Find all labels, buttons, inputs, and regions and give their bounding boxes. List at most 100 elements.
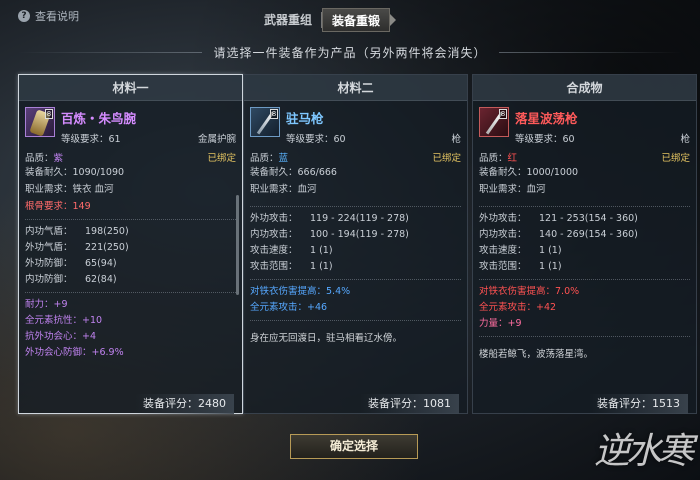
stat-row: 外功气盾： 221(250)	[19, 240, 242, 256]
item-type: 枪	[451, 134, 461, 145]
stat-row: 内功防御： 62(84)	[19, 272, 242, 288]
item-header: 8 驻马枪 等级要求：60 枪	[244, 101, 467, 147]
stat-row: 外功攻击： 121 - 253(154 - 360)	[473, 211, 696, 227]
item-name: 驻马枪	[286, 111, 324, 126]
stat-row: 外功防御： 65(94)	[19, 256, 242, 272]
stat-key: 内功攻击：	[250, 229, 298, 240]
quality-value: 蓝	[278, 153, 289, 164]
stat-key: 攻击速度：	[479, 245, 527, 256]
divider	[479, 279, 690, 280]
job-requirement: 职业需求：铁衣 血河	[25, 184, 114, 195]
stat-key: 外功防御：	[25, 258, 73, 269]
item-badge: 8	[270, 109, 278, 119]
stat-key: 外功气盾：	[25, 242, 73, 253]
divider	[250, 206, 461, 207]
durability: 装备耐久：1000/1000	[479, 167, 579, 178]
divider	[250, 320, 461, 321]
question-icon: ?	[18, 10, 30, 22]
quality-row: 品质：红 已绑定	[473, 147, 696, 164]
stat-value: 140 - 269(154 - 360)	[539, 229, 638, 240]
stat-key: 内功攻击：	[479, 229, 527, 240]
bonus-stat: 全元素抗性：+10	[25, 315, 103, 326]
bonus-stat: 力量：+9	[479, 318, 522, 329]
spear-icon[interactable]: 8	[250, 107, 280, 137]
stat-value: 1 (1)	[310, 261, 333, 272]
bonus-stat: 抗外功会心：+4	[25, 331, 97, 342]
stat-key: 外功攻击：	[479, 213, 527, 224]
stat-key: 攻击范围：	[479, 261, 527, 272]
tab-weapon-recombine[interactable]: 武器重组	[255, 8, 321, 32]
stat-key: 攻击范围：	[250, 261, 298, 272]
panel-title: 材料二	[244, 75, 467, 101]
bonus-stat: 全元素攻击：+46	[250, 302, 328, 313]
item-sub: 等级要求：60 枪	[515, 131, 690, 145]
quality-value: 红	[507, 153, 518, 164]
bonus-stat: 对铁衣伤害提高：5.4%	[250, 286, 351, 297]
quality-label: 品质：	[479, 153, 508, 164]
quality-label: 品质：	[25, 153, 54, 164]
item-sub: 等级要求：61 金属护腕	[61, 131, 236, 145]
product-panel[interactable]: 合成物 8 落星波荡枪 等级要求：60 枪 品质：红 已绑定 装备耐久：1000…	[472, 74, 697, 414]
scrollbar[interactable]	[236, 195, 239, 295]
divider	[479, 336, 690, 337]
item-info: 落星波荡枪 等级要求：60 枪	[515, 107, 690, 145]
stat-row: 内功攻击： 140 - 269(154 - 360)	[473, 227, 696, 243]
spear-icon[interactable]: 8	[479, 107, 509, 137]
item-type: 枪	[680, 134, 690, 145]
tab-arrow-icon	[390, 8, 398, 32]
stat-row: 攻击范围： 1 (1)	[244, 259, 467, 275]
material-one-panel[interactable]: 材料一 8 百炼・朱鸟腕 等级要求：61 金属护腕 品质：紫 已绑定 装备耐久：…	[18, 74, 243, 414]
item-info: 驻马枪 等级要求：60 枪	[286, 107, 461, 145]
divider-right	[498, 52, 683, 53]
panel-title: 材料一	[19, 75, 242, 101]
bonus-stat: 对铁衣伤害提高：7.0%	[479, 286, 580, 297]
bound-status: 已绑定	[207, 153, 236, 164]
quality-label: 品质：	[250, 153, 279, 164]
material-two-panel[interactable]: 材料二 8 驻马枪 等级要求：60 枪 品质：蓝 已绑定 装备耐久：666/66…	[243, 74, 468, 414]
item-badge: 8	[499, 109, 507, 119]
game-logo: 逆水寒	[593, 431, 694, 472]
stat-value: 1 (1)	[310, 245, 333, 256]
item-name: 落星波荡枪	[515, 111, 578, 126]
tab-equipment-reforge[interactable]: 装备重锻	[322, 8, 391, 32]
bound-status: 已绑定	[661, 153, 690, 164]
equipment-score: 装备评分：1513	[589, 394, 688, 414]
item-name: 百炼・朱鸟腕	[61, 111, 137, 126]
durability: 装备耐久：1090/1090	[25, 167, 125, 178]
help-label: 查看说明	[35, 10, 79, 23]
level-requirement: 等级要求：60	[515, 134, 575, 145]
stat-key: 攻击速度：	[250, 245, 298, 256]
divider	[250, 279, 461, 280]
help-button[interactable]: ? 查看说明	[18, 8, 79, 24]
stat-value: 65(94)	[85, 258, 117, 269]
root-requirement: 根骨要求：149	[25, 201, 91, 212]
bound-status: 已绑定	[432, 153, 461, 164]
bonus-stat: 全元素攻击：+42	[479, 302, 557, 313]
stat-value: 1 (1)	[539, 261, 562, 272]
instruction-text: 请选择一件装备作为产品（另外两件将会消失）	[213, 46, 487, 60]
stat-row: 攻击速度： 1 (1)	[473, 243, 696, 259]
job-requirement: 职业需求：血河	[479, 184, 546, 195]
stat-value: 62(84)	[85, 274, 117, 285]
tab-bar: 武器重组 装备重锻	[255, 8, 398, 32]
panel-title: 合成物	[473, 75, 696, 101]
item-sub: 等级要求：60 枪	[286, 131, 461, 145]
item-description: 身在应无回渡日，驻马相看辽水傍。	[250, 333, 403, 344]
bracer-icon[interactable]: 8	[25, 107, 55, 137]
stat-value: 198(250)	[85, 226, 129, 237]
stat-key: 内功气盾：	[25, 226, 73, 237]
level-requirement: 等级要求：61	[61, 134, 121, 145]
item-description: 楼船若鲸飞，波荡落星湾。	[479, 349, 594, 360]
bonus-stat: 外功会心防御：+6.9%	[25, 347, 124, 358]
stat-row: 攻击速度： 1 (1)	[244, 243, 467, 259]
confirm-selection-button[interactable]: 确定选择	[290, 434, 418, 459]
level-requirement: 等级要求：60	[286, 134, 346, 145]
equipment-score: 装备评分：2480	[135, 394, 234, 414]
divider	[25, 219, 236, 220]
job-requirement: 职业需求：血河	[250, 184, 317, 195]
item-badge: 8	[45, 109, 53, 119]
quality-row: 品质：紫 已绑定	[19, 147, 242, 164]
item-info: 百炼・朱鸟腕 等级要求：61 金属护腕	[61, 107, 236, 145]
stat-value: 121 - 253(154 - 360)	[539, 213, 638, 224]
stat-value: 100 - 194(119 - 278)	[310, 229, 409, 240]
